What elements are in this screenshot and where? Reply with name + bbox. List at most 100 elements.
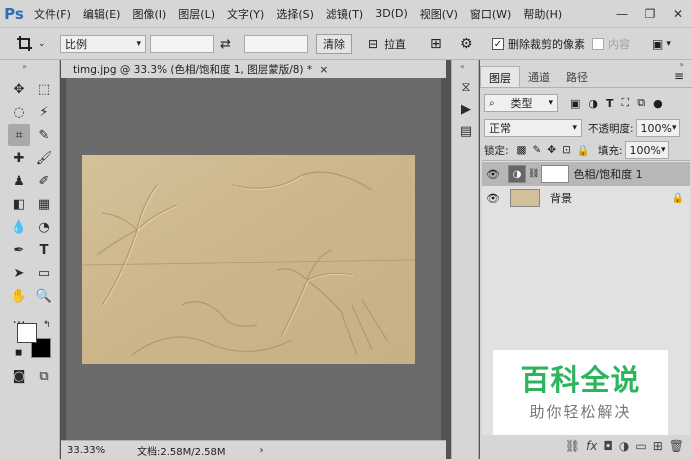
path-selection-tool-icon[interactable]: ➤ [8,262,30,284]
eye-icon[interactable]: 👁 [482,192,504,205]
layer-row-background[interactable]: 👁 背景 🔒 [482,186,690,210]
menu-help[interactable]: 帮助(H) [517,6,568,22]
photoshop-logo: Ps [0,0,28,27]
collapse-icon[interactable]: » [22,62,27,71]
eyedropper-tool-icon[interactable]: ✎ [33,124,55,146]
layer-mask-thumbnail[interactable] [541,165,570,183]
add-mask-icon[interactable]: ◘ [603,439,613,453]
menu-layer[interactable]: 图层(L) [172,6,221,22]
new-group-icon[interactable]: ▭ [635,439,646,453]
chevron-right-icon[interactable]: › [260,445,264,456]
embossed-sand-image [82,155,415,364]
zoom-level[interactable]: 33.33% [67,445,117,456]
healing-brush-tool-icon[interactable]: ✚ [8,147,30,169]
type-tool-icon[interactable]: T [33,239,55,261]
blend-mode-dropdown[interactable]: 正常 ▾ [484,119,582,137]
layer-filter-dropdown[interactable]: ⌕ 类型 ▾ [484,94,558,112]
overlay-grid-icon[interactable]: ⊞ [430,34,442,54]
rectangle-tool-icon[interactable]: ▭ [33,262,55,284]
magic-wand-tool-icon[interactable]: ⚡ [33,101,55,123]
marquee-tool-icon[interactable]: ⬚ [33,78,55,100]
document-tab[interactable]: timg.jpg @ 33.3% (色相/饱和度 1, 图层蒙版/8) * × [65,60,337,78]
hand-tool-icon[interactable]: ✋ [8,285,30,307]
layer-name: 背景 [550,192,572,205]
filter-toggle-icon[interactable]: ● [653,97,663,110]
document-image[interactable] [82,155,415,364]
lock-artboard-icon[interactable]: ⊡ [562,144,571,156]
play-icon[interactable]: ▶ [457,100,475,118]
filter-smart-object-icon[interactable]: ⧉ [637,96,645,110]
height-input[interactable] [244,35,308,53]
properties-icon[interactable]: ▤ [457,122,475,140]
crop-tool-icon[interactable]: ⌗ [8,124,30,146]
menu-view[interactable]: 视图(V) [414,6,464,22]
lock-position-icon[interactable]: ✥ [547,144,556,156]
opacity-input[interactable]: 100% ▾ [635,119,680,137]
tab-layers[interactable]: 图层 [480,66,520,87]
menu-edit[interactable]: 编辑(E) [77,6,127,22]
menu-type[interactable]: 文字(Y) [221,6,270,22]
lasso-tool-icon[interactable]: ◌ [8,101,30,123]
default-colors-icon[interactable]: ◼ [15,348,22,358]
chain-link-icon[interactable]: ⛓ [528,169,539,179]
new-adjustment-layer-icon[interactable]: ◑ [619,439,629,453]
lock-pixels-icon[interactable]: ✎ [532,144,541,156]
layer-style-icon[interactable]: fx [586,439,597,453]
screen-mode-icon[interactable]: ⧉ [33,365,55,387]
content-aware-checkbox[interactable]: 内容 [592,34,630,54]
delete-cropped-checkbox[interactable]: ✓ 删除裁剪的像素 [492,34,585,54]
swap-colors-icon[interactable]: ↰ [43,320,51,330]
blur-tool-icon[interactable]: 💧 [8,216,30,238]
filter-type-icon[interactable]: T [606,97,614,110]
ratio-dropdown[interactable]: 比例 ▾ [60,35,146,53]
crop-tool-preset[interactable]: ⌄ [16,34,46,54]
restore-button[interactable]: ❐ [636,0,664,27]
brush-tool-icon[interactable]: 🖌 [33,147,55,169]
menu-window[interactable]: 窗口(W) [464,6,517,22]
dodge-tool-icon[interactable]: ◔ [33,216,55,238]
history-brush-tool-icon[interactable]: ✐ [33,170,55,192]
clear-button[interactable]: 清除 [316,34,352,54]
fill-input[interactable]: 100% ▾ [624,141,669,159]
delete-layer-icon[interactable]: 🗑 [669,439,684,453]
gear-icon[interactable]: ⚙ [460,34,473,54]
tab-paths[interactable]: 路径 [558,66,596,87]
workspace-icon[interactable]: ▣ ▾ [652,34,671,54]
checkbox-checked-icon: ✓ [492,38,504,50]
gradient-tool-icon[interactable]: ▦ [33,193,55,215]
menu-image[interactable]: 图像(I) [126,6,172,22]
filter-adjustment-icon[interactable]: ◑ [588,97,598,110]
layer-row-hue-saturation[interactable]: 👁 ◑ ⛓ 色相/饱和度 1 [482,162,690,186]
zoom-tool-icon[interactable]: 🔍 [33,285,55,307]
eraser-tool-icon[interactable]: ◧ [8,193,30,215]
collapse-icon[interactable]: « [460,62,465,71]
link-layers-icon[interactable]: ⛓ [565,439,580,453]
filter-pixel-icon[interactable]: ▣ [570,97,580,110]
close-button[interactable]: ✕ [664,0,692,27]
panel-menu-icon[interactable]: ≡ [666,66,692,87]
minimize-button[interactable]: — [608,0,636,27]
lock-transparent-icon[interactable]: ▩ [517,144,527,156]
new-layer-icon[interactable]: ⊞ [653,439,663,453]
lock-icon[interactable]: 🔒 [672,193,684,204]
canvas-area[interactable] [66,78,441,440]
eye-icon[interactable]: 👁 [482,168,504,181]
clone-stamp-tool-icon[interactable]: ♟ [8,170,30,192]
tab-channels[interactable]: 通道 [520,66,558,87]
menu-3d[interactable]: 3D(D) [369,7,414,20]
width-input[interactable] [150,35,214,53]
pen-tool-icon[interactable]: ✒ [8,239,30,261]
quick-mask-icon[interactable]: ◙ [8,365,30,387]
swap-icon[interactable]: ⇄ [220,34,231,54]
status-bar: 33.33% 文档:2.58M/2.58M › [61,440,446,459]
lock-all-icon[interactable]: 🔒 [577,144,590,157]
filter-shape-icon[interactable]: ⛶ [622,96,630,110]
straighten-button[interactable]: ⊟ 拉直 [368,34,406,54]
opacity-label: 不透明度: [588,122,634,135]
menu-filter[interactable]: 滤镜(T) [320,6,369,22]
close-tab-icon[interactable]: × [319,64,328,76]
menu-select[interactable]: 选择(S) [270,6,320,22]
history-icon[interactable]: ⧖ [457,78,475,96]
move-tool-icon[interactable]: ✥ [8,78,30,100]
menu-file[interactable]: 文件(F) [28,6,77,22]
